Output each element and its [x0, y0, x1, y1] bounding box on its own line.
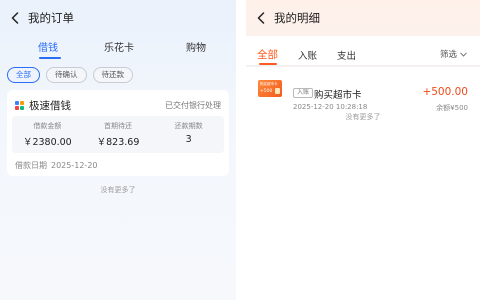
- orders-screen: 我的订单 借钱 乐花卡 购物 全部 待确认 待还款 极速借钱 已交付银行处理 借…: [0, 0, 236, 300]
- stat-loan-amount: 借款金额 ￥2380.00: [12, 116, 83, 153]
- transaction-amount: +500.00: [422, 86, 468, 98]
- no-more-text: 没有更多了: [100, 186, 136, 194]
- stat-value: ￥823.69: [96, 137, 140, 148]
- panel-divider: [236, 0, 246, 300]
- chevron-down-icon: [460, 51, 467, 57]
- stat-label: 借款金额: [33, 122, 62, 130]
- tab-lehua-card[interactable]: 乐花卡: [104, 39, 134, 54]
- app-grid-icon: [15, 101, 24, 110]
- tab-loan[interactable]: 借钱: [38, 39, 58, 54]
- stat-label: 首期待还: [104, 122, 132, 130]
- thumb-caption: 购买超市卡: [260, 82, 278, 86]
- gift-icon: [275, 88, 280, 94]
- stat-value: ￥2380.00: [22, 137, 72, 148]
- status-filter-chips: 全部 待确认 待还款: [7, 67, 133, 83]
- order-type-tabs: 借钱 乐花卡 购物: [0, 39, 236, 59]
- stat-value: 3: [185, 134, 192, 145]
- transaction-name: 购买超市卡: [314, 90, 362, 101]
- filter-label: 筛选: [439, 50, 457, 60]
- transaction-time: 2025-12-20 10:28:18: [293, 103, 368, 111]
- transaction-item[interactable]: 购买超市卡 +500 入账 购买超市卡 2025-12-20 10:28:18 …: [258, 75, 468, 112]
- chevron-left-icon[interactable]: [254, 10, 268, 26]
- tab-all[interactable]: 全部: [257, 47, 278, 62]
- order-card-header: 极速借钱 已交付银行处理: [15, 98, 221, 113]
- details-header: 我的明细: [254, 8, 320, 28]
- no-more-text: 没有更多了: [345, 113, 381, 121]
- active-tab-indicator: [259, 63, 277, 65]
- order-status: 已交付银行处理: [165, 101, 221, 110]
- order-product-name: 极速借钱: [29, 100, 71, 112]
- page-title: 我的订单: [28, 11, 74, 25]
- details-screen: 我的明细 全部 入账 支出 筛选 购买超市卡 +500 入账 购买超市卡 202…: [246, 0, 480, 300]
- order-date-label: 借款日期: [15, 161, 47, 170]
- tab-expense[interactable]: 支出: [337, 48, 356, 62]
- order-date: 借款日期 2025-12-20: [15, 160, 102, 171]
- tab-shopping[interactable]: 购物: [186, 39, 206, 54]
- supermarket-card-thumbnail: 购买超市卡 +500: [258, 80, 282, 97]
- stat-first-due: 首期待还 ￥823.69: [83, 116, 154, 153]
- chip-pending-repay[interactable]: 待还款: [92, 67, 133, 83]
- chip-pending-confirm[interactable]: 待确认: [46, 67, 87, 83]
- order-stats: 借款金额 ￥2380.00 首期待还 ￥823.69 还款期数 3: [12, 116, 224, 153]
- orders-header: 我的订单: [8, 8, 74, 28]
- filter-button[interactable]: 筛选: [440, 48, 467, 60]
- tab-income[interactable]: 入账: [298, 48, 317, 62]
- chip-all[interactable]: 全部: [7, 67, 40, 83]
- stat-label: 还款期数: [174, 122, 203, 130]
- details-filter-bar: 全部 入账 支出 筛选: [246, 36, 480, 66]
- thumb-amount: +500: [260, 89, 273, 94]
- transaction-type-badge: 入账: [293, 88, 314, 98]
- stat-installments: 还款期数 3: [153, 116, 224, 153]
- page-title: 我的明细: [274, 11, 320, 25]
- chevron-left-icon[interactable]: [8, 10, 22, 26]
- transaction-list: 购买超市卡 +500 入账 购买超市卡 2025-12-20 10:28:18 …: [246, 67, 480, 300]
- order-date-value: 2025-12-20: [51, 161, 98, 170]
- order-card[interactable]: 极速借钱 已交付银行处理 借款金额 ￥2380.00 首期待还 ￥823.69 …: [7, 90, 229, 176]
- active-tab-indicator: [39, 57, 61, 59]
